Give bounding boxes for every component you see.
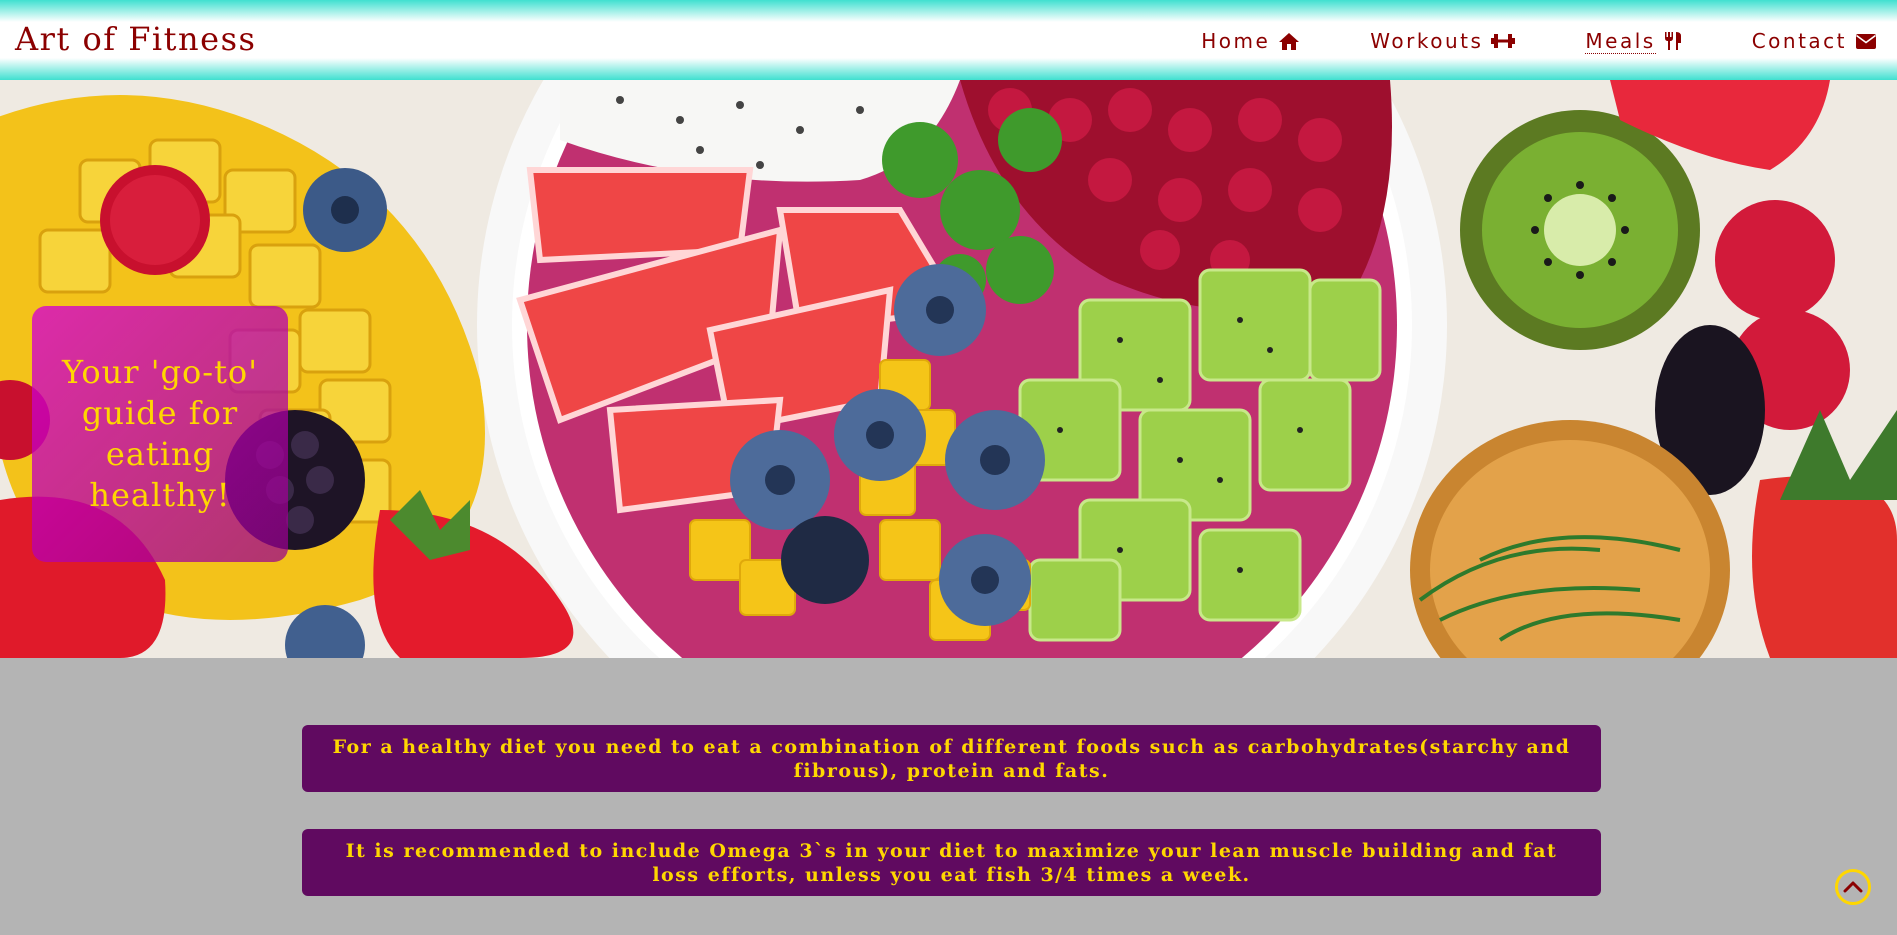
envelope-icon xyxy=(1855,33,1877,50)
back-to-top-button[interactable] xyxy=(1835,869,1871,905)
home-icon xyxy=(1278,32,1300,51)
tip-box: It is recommended to include Omega 3`s i… xyxy=(302,829,1601,896)
hero-banner: Your 'go-to' guide for eating healthy! xyxy=(0,80,1897,658)
site-header: Art of Fitness Home Workouts Meals Conta… xyxy=(0,0,1897,80)
dumbbell-icon xyxy=(1491,32,1516,50)
nav-home[interactable]: Home xyxy=(1201,26,1300,56)
nav-meals[interactable]: Meals xyxy=(1585,26,1681,56)
brand-logo-link[interactable]: Art of Fitness xyxy=(15,20,256,58)
meal-tips: For a healthy diet you need to eat a com… xyxy=(302,725,1601,933)
main-nav: Home Workouts Meals Contact xyxy=(1131,26,1877,56)
tip-box: For a healthy diet you need to eat a com… xyxy=(302,725,1601,792)
hero-tagline: Your 'go-to' guide for eating healthy! xyxy=(62,353,258,514)
utensils-icon xyxy=(1664,31,1682,51)
tagline-card: Your 'go-to' guide for eating healthy! xyxy=(32,306,288,562)
nav-workouts-label: Workouts xyxy=(1370,29,1484,53)
nav-meals-label: Meals xyxy=(1585,28,1656,54)
nav-contact-label: Contact xyxy=(1751,29,1847,53)
nav-home-label: Home xyxy=(1201,29,1271,53)
nav-contact[interactable]: Contact xyxy=(1752,26,1877,56)
chevron-up-icon xyxy=(1843,878,1863,897)
nav-workouts[interactable]: Workouts xyxy=(1370,26,1516,56)
